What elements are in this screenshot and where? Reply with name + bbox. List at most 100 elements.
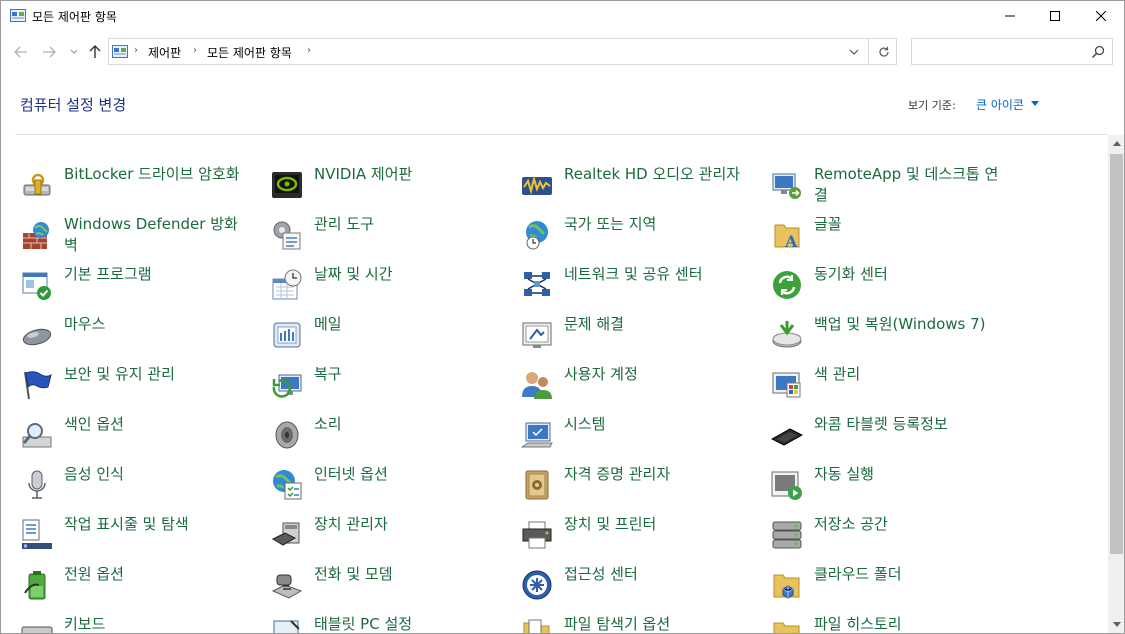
item-label: 접근성 센터: [564, 565, 638, 583]
item-file-history[interactable]: 파일 히스토리: [771, 615, 1011, 633]
item-tablet-pc-settings[interactable]: 태블릿 PC 설정: [271, 615, 511, 633]
item-network[interactable]: 네트워크 및 공유 센터: [521, 265, 761, 313]
firewall-icon: [23, 222, 49, 249]
cloud-folder-icon: [773, 574, 800, 599]
item-region[interactable]: 국가 또는 지역: [521, 215, 761, 263]
item-label: Windows Defender 방화벽: [64, 215, 238, 254]
item-label: 소리: [314, 415, 342, 433]
item-label: 색 관리: [814, 365, 861, 383]
item-system[interactable]: 시스템: [521, 415, 761, 463]
item-firewall[interactable]: Windows Defender 방화벽: [21, 215, 261, 263]
scroll-up-button[interactable]: [1108, 135, 1124, 152]
item-label: 백업 및 복원(Windows 7): [814, 315, 986, 333]
item-default-programs[interactable]: 기본 프로그램: [21, 265, 261, 313]
item-label: 작업 표시줄 및 탐색: [64, 515, 189, 533]
item-label: 글꼴: [814, 215, 842, 233]
admin-tools-icon: [273, 221, 301, 250]
item-label: 장치 관리자: [314, 515, 388, 533]
item-cloud-folder[interactable]: 클라우드 폴더: [771, 565, 1011, 613]
scroll-down-button[interactable]: [1108, 616, 1124, 633]
item-date-time[interactable]: 날짜 및 시간: [271, 265, 511, 313]
item-credential-manager[interactable]: 자격 증명 관리자: [521, 465, 761, 513]
taskbar-icon: [22, 519, 52, 549]
keyboard-icon: [21, 626, 53, 633]
scroll-thumb[interactable]: [1110, 154, 1123, 554]
troubleshoot-icon: [522, 322, 552, 348]
item-fonts[interactable]: A 글꼴: [771, 215, 1011, 263]
item-troubleshooting[interactable]: 문제 해결: [521, 315, 761, 363]
item-autoplay[interactable]: 자동 실행: [771, 465, 1011, 513]
phone-modem-icon: [271, 574, 303, 599]
item-label: 마우스: [64, 315, 106, 333]
item-bitlocker[interactable]: BitLocker 드라이브 암호화: [21, 165, 261, 213]
svg-text:A: A: [784, 232, 798, 251]
security-flag-icon: [24, 371, 52, 400]
item-label: 키보드: [64, 615, 106, 633]
item-label: 동기화 센터: [814, 265, 888, 283]
item-label: 관리 도구: [314, 215, 374, 233]
item-keyboard[interactable]: 키보드: [21, 615, 261, 633]
item-ease-of-access[interactable]: 접근성 센터: [521, 565, 761, 613]
item-user-accounts[interactable]: 사용자 계정: [521, 365, 761, 413]
item-file-explorer-options[interactable]: 파일 탐색기 옵션: [521, 615, 761, 633]
caret-down-icon: [1112, 622, 1121, 627]
item-color-management[interactable]: 색 관리: [771, 365, 1011, 413]
color-management-icon: [772, 372, 801, 398]
item-label: 장치 및 프린터: [564, 515, 657, 533]
item-label: 전원 옵션: [64, 565, 124, 583]
fonts-icon: A: [774, 224, 800, 251]
item-mail[interactable]: 메일: [271, 315, 511, 363]
item-remoteapp[interactable]: RemoteApp 및 데스크톱 연결: [771, 165, 1011, 213]
item-device-manager[interactable]: 장치 관리자: [271, 515, 511, 563]
credential-manager-icon: [525, 470, 549, 500]
item-phone-modem[interactable]: 전화 및 모뎀: [271, 565, 511, 613]
item-security-maintenance[interactable]: 보안 및 유지 관리: [21, 365, 261, 413]
item-devices-printers[interactable]: 장치 및 프린터: [521, 515, 761, 563]
wacom-tablet-icon: [771, 428, 803, 446]
mail-icon: [273, 322, 301, 348]
item-label: RemoteApp 및 데스크톱 연결: [814, 165, 999, 204]
default-programs-icon: [22, 272, 51, 300]
item-label: 메일: [314, 315, 342, 333]
item-label: 파일 탐색기 옵션: [564, 615, 671, 633]
printer-icon: [522, 521, 552, 549]
item-label: 기본 프로그램: [64, 265, 152, 283]
item-indexing-options[interactable]: 색인 옵션: [21, 415, 261, 463]
network-icon: [524, 272, 550, 296]
backup-icon: [772, 321, 802, 348]
item-label: 색인 옵션: [64, 415, 124, 433]
ease-of-access-icon: [522, 570, 552, 600]
nvidia-icon: [272, 172, 302, 198]
item-internet-options[interactable]: 인터넷 옵션: [271, 465, 511, 513]
item-label: 자동 실행: [814, 465, 874, 483]
item-label: 파일 히스토리: [814, 615, 902, 633]
item-wacom-tablet[interactable]: 와콤 타블렛 등록정보: [771, 415, 1011, 463]
item-nvidia[interactable]: NVIDIA 제어판: [271, 165, 511, 213]
item-recovery[interactable]: 복구: [271, 365, 511, 413]
item-taskbar-navigation[interactable]: 작업 표시줄 및 탐색: [21, 515, 261, 563]
item-label: 클라우드 폴더: [814, 565, 902, 583]
item-label: 인터넷 옵션: [314, 465, 388, 483]
microphone-icon: [28, 470, 46, 499]
item-label: BitLocker 드라이브 암호화: [64, 165, 240, 183]
explorer-options-icon: [523, 619, 550, 633]
item-admin-tools[interactable]: 관리 도구: [271, 215, 511, 263]
item-speech-recognition[interactable]: 음성 인식: [21, 465, 261, 513]
item-label: Realtek HD 오디오 관리자: [564, 165, 741, 183]
region-icon: [526, 221, 548, 250]
realtek-audio-icon: [522, 175, 552, 195]
item-backup-restore[interactable]: 백업 및 복원(Windows 7): [771, 315, 1011, 363]
vertical-scrollbar[interactable]: [1108, 135, 1124, 633]
item-label: 복구: [314, 365, 342, 383]
caret-up-icon: [1112, 141, 1121, 146]
item-label: 태블릿 PC 설정: [314, 615, 413, 633]
item-sync-center[interactable]: 동기화 센터: [771, 265, 1011, 313]
item-realtek-audio[interactable]: Realtek HD 오디오 관리자: [521, 165, 761, 213]
item-label: 보안 및 유지 관리: [64, 365, 175, 383]
item-power-options[interactable]: 전원 옵션: [21, 565, 261, 613]
item-mouse[interactable]: 마우스: [21, 315, 261, 363]
item-sound[interactable]: 소리: [271, 415, 511, 463]
bitlocker-icon: [23, 173, 51, 196]
item-storage-spaces[interactable]: 저장소 공간: [771, 515, 1011, 563]
remoteapp-icon: [772, 173, 801, 199]
